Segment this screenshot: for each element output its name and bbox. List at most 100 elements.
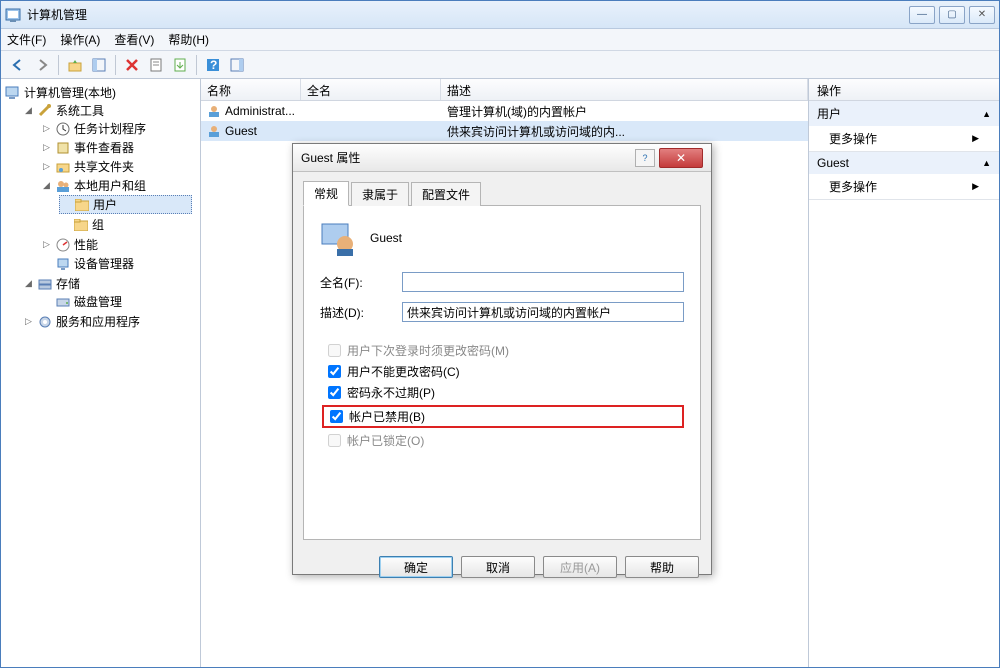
tree-groups[interactable]: 组 — [59, 216, 192, 233]
export-list-button[interactable] — [169, 54, 191, 76]
tree-storage[interactable]: ◢存储 — [23, 275, 196, 292]
tree-services-apps[interactable]: ▷服务和应用程序 — [23, 313, 196, 330]
help-button[interactable]: ? — [202, 54, 224, 76]
storage-icon — [37, 277, 53, 291]
forward-button[interactable] — [31, 54, 53, 76]
fullname-field[interactable] — [402, 272, 684, 292]
chk-must-change-box — [328, 344, 341, 357]
action-group-guest[interactable]: Guest▲ — [809, 152, 999, 174]
list-header: 名称 全名 描述 — [201, 79, 808, 101]
collapse-icon[interactable]: ◢ — [23, 278, 34, 289]
tab-profile[interactable]: 配置文件 — [411, 182, 481, 206]
properties-button[interactable] — [145, 54, 167, 76]
tree-disk-mgmt[interactable]: 磁盘管理 — [41, 293, 194, 310]
dialog-body: 常规 隶属于 配置文件 Guest 全名(F): 描述(D): 用户 — [293, 172, 711, 548]
dialog-buttons: 确定 取消 应用(A) 帮助 — [293, 548, 711, 586]
expand-icon[interactable]: ▷ — [41, 123, 52, 134]
menubar: 文件(F) 操作(A) 查看(V) 帮助(H) — [1, 29, 999, 51]
minimize-button[interactable]: — — [909, 6, 935, 24]
desc-label: 描述(D): — [320, 304, 392, 321]
event-icon — [55, 141, 71, 155]
users-icon — [55, 179, 71, 193]
tree-system-tools[interactable]: ◢ 系统工具 — [23, 102, 196, 119]
tree-device-manager[interactable]: 设备管理器 — [41, 255, 194, 272]
cancel-button[interactable]: 取消 — [461, 556, 535, 578]
list-row[interactable]: Guest 供来宾访问计算机或访问域的内... — [201, 121, 808, 141]
menu-action[interactable]: 操作(A) — [60, 31, 100, 48]
tab-general[interactable]: 常规 — [303, 181, 349, 206]
tree-root[interactable]: 计算机管理(本地) — [5, 84, 198, 101]
tools-icon — [37, 104, 53, 118]
tree-task-scheduler[interactable]: ▷任务计划程序 — [41, 120, 194, 137]
col-name[interactable]: 名称 — [201, 79, 301, 100]
chk-disabled-box[interactable] — [330, 410, 343, 423]
menu-help[interactable]: 帮助(H) — [168, 31, 209, 48]
chevron-right-icon: ▶ — [972, 181, 979, 192]
chk-locked: 帐户已锁定(O) — [328, 432, 684, 449]
delete-button[interactable] — [121, 54, 143, 76]
dialog-close-button[interactable]: ✕ — [659, 148, 703, 168]
show-hide-tree-button[interactable] — [88, 54, 110, 76]
back-button[interactable] — [7, 54, 29, 76]
toolbar: ? — [1, 51, 999, 79]
tree-pane: 计算机管理(本地) ◢ 系统工具 ▷任务计划程序 ▷事件查看器 — [1, 79, 201, 667]
folder-icon — [74, 198, 90, 212]
collapse-icon: ▲ — [982, 158, 991, 168]
tab-memberof[interactable]: 隶属于 — [351, 182, 409, 206]
tree-shared-folders[interactable]: ▷共享文件夹 — [41, 158, 194, 175]
device-icon — [55, 257, 71, 271]
app-icon — [5, 7, 21, 23]
collapse-icon[interactable]: ◢ — [23, 105, 34, 116]
chk-must-change: 用户下次登录时须更改密码(M) — [328, 342, 684, 359]
show-hide-action-button[interactable] — [226, 54, 248, 76]
properties-dialog: Guest 属性 ? ✕ 常规 隶属于 配置文件 Guest 全名(F): 描述… — [292, 143, 712, 575]
col-fullname[interactable]: 全名 — [301, 79, 441, 100]
svg-text:?: ? — [210, 58, 217, 72]
collapse-icon[interactable]: ◢ — [41, 180, 52, 191]
up-button[interactable] — [64, 54, 86, 76]
action-group-users[interactable]: 用户▲ — [809, 101, 999, 126]
dialog-title: Guest 属性 — [301, 149, 360, 166]
titlebar: 计算机管理 — ▢ ✕ — [1, 1, 999, 29]
shared-folder-icon — [55, 160, 71, 174]
folder-icon — [73, 218, 89, 232]
apply-button[interactable]: 应用(A) — [543, 556, 617, 578]
list-row[interactable]: Administrat... 管理计算机(域)的内置帐户 — [201, 101, 808, 121]
close-button[interactable]: ✕ — [969, 6, 995, 24]
collapse-icon: ▲ — [982, 109, 991, 119]
computer-icon — [5, 86, 21, 100]
dialog-tabs: 常规 隶属于 配置文件 — [303, 180, 701, 206]
expand-icon[interactable]: ▷ — [41, 161, 52, 172]
dialog-titlebar: Guest 属性 ? ✕ — [293, 144, 711, 172]
dialog-help-button[interactable]: ? — [635, 149, 655, 167]
expand-icon[interactable]: ▷ — [23, 316, 34, 327]
maximize-button[interactable]: ▢ — [939, 6, 965, 24]
menu-file[interactable]: 文件(F) — [7, 31, 46, 48]
help-button[interactable]: 帮助 — [625, 556, 699, 578]
disk-icon — [55, 295, 71, 309]
user-icon — [207, 104, 221, 118]
services-icon — [37, 315, 53, 329]
col-desc[interactable]: 描述 — [441, 79, 808, 100]
desc-field[interactable] — [402, 302, 684, 322]
action-more-guest[interactable]: 更多操作▶ — [809, 174, 999, 199]
action-more-users[interactable]: 更多操作▶ — [809, 126, 999, 151]
tree-local-users[interactable]: ◢本地用户和组 — [41, 177, 194, 194]
actions-pane: 操作 用户▲ 更多操作▶ Guest▲ 更多操作▶ — [809, 79, 999, 667]
chk-never-expire[interactable]: 密码永不过期(P) — [328, 384, 684, 401]
chk-disabled[interactable]: 帐户已禁用(B) — [322, 405, 684, 428]
window-title: 计算机管理 — [27, 6, 87, 23]
performance-icon — [55, 238, 71, 252]
menu-view[interactable]: 查看(V) — [114, 31, 154, 48]
ok-button[interactable]: 确定 — [379, 556, 453, 578]
expand-icon[interactable]: ▷ — [41, 239, 52, 250]
tree-users[interactable]: 用户 — [59, 195, 192, 214]
dialog-username: Guest — [370, 231, 402, 245]
chk-cannot-change[interactable]: 用户不能更改密码(C) — [328, 363, 684, 380]
expand-icon[interactable]: ▷ — [41, 142, 52, 153]
chk-cannot-change-box[interactable] — [328, 365, 341, 378]
clock-icon — [55, 122, 71, 136]
tree-event-viewer[interactable]: ▷事件查看器 — [41, 139, 194, 156]
chk-never-expire-box[interactable] — [328, 386, 341, 399]
tree-performance[interactable]: ▷性能 — [41, 236, 194, 253]
